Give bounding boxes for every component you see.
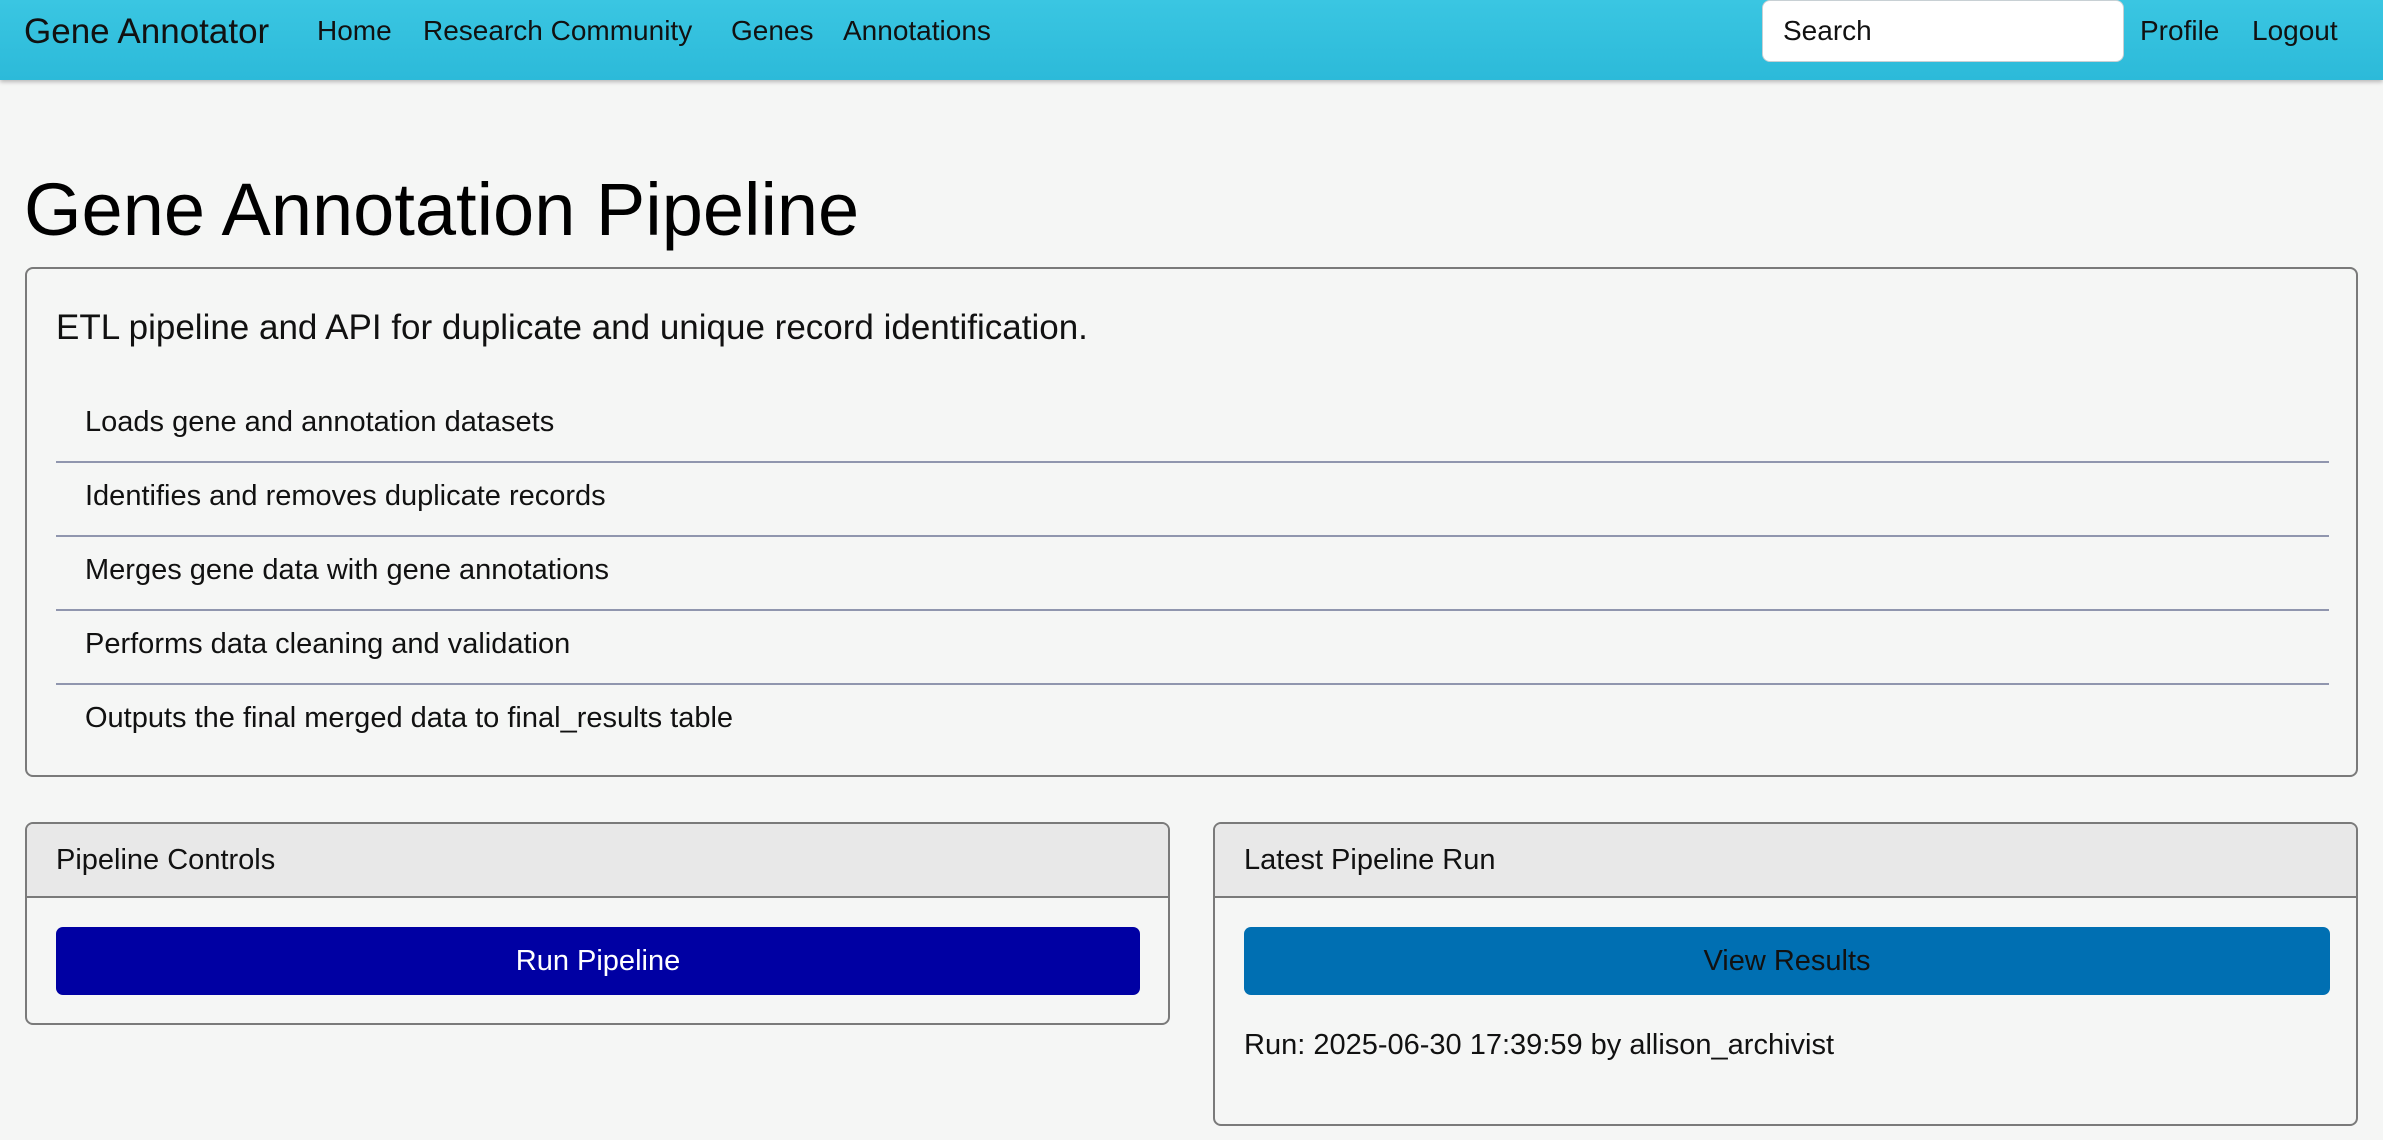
nav-home[interactable]: Home bbox=[317, 14, 392, 48]
latest-run-card: Latest Pipeline Run View Results Run: 20… bbox=[1213, 822, 2358, 1126]
view-results-button[interactable]: View Results bbox=[1244, 927, 2330, 995]
pipeline-description: ETL pipeline and API for duplicate and u… bbox=[56, 308, 1088, 347]
run-info-text: Run: 2025-06-30 17:39:59 by allison_arch… bbox=[1244, 1029, 1835, 1061]
nav-genes[interactable]: Genes bbox=[731, 14, 814, 48]
card-header: Pipeline Controls bbox=[27, 824, 1168, 898]
nav-logout[interactable]: Logout bbox=[2252, 14, 2338, 48]
search-input[interactable] bbox=[1762, 0, 2124, 62]
pipeline-controls-card: Pipeline Controls Run Pipeline bbox=[25, 822, 1170, 1025]
description-panel: ETL pipeline and API for duplicate and u… bbox=[25, 267, 2358, 777]
card-header: Latest Pipeline Run bbox=[1215, 824, 2356, 898]
list-item: Merges gene data with gene annotations bbox=[56, 537, 2329, 611]
nav-annotations[interactable]: Annotations bbox=[843, 14, 991, 48]
top-navbar: Gene Annotator Home Research Community G… bbox=[0, 0, 2383, 80]
list-item: Performs data cleaning and validation bbox=[56, 611, 2329, 685]
feature-list: Loads gene and annotation datasets Ident… bbox=[56, 389, 2329, 759]
nav-profile[interactable]: Profile bbox=[2140, 14, 2219, 48]
list-item: Loads gene and annotation datasets bbox=[56, 389, 2329, 463]
nav-research-community[interactable]: Research Community bbox=[423, 14, 692, 48]
page-title: Gene Annotation Pipeline bbox=[24, 168, 860, 251]
list-item: Outputs the final merged data to final_r… bbox=[85, 702, 734, 734]
run-pipeline-button[interactable]: Run Pipeline bbox=[56, 927, 1140, 995]
list-item: Identifies and removes duplicate records bbox=[56, 463, 2329, 537]
brand-logo[interactable]: Gene Annotator bbox=[24, 12, 269, 52]
